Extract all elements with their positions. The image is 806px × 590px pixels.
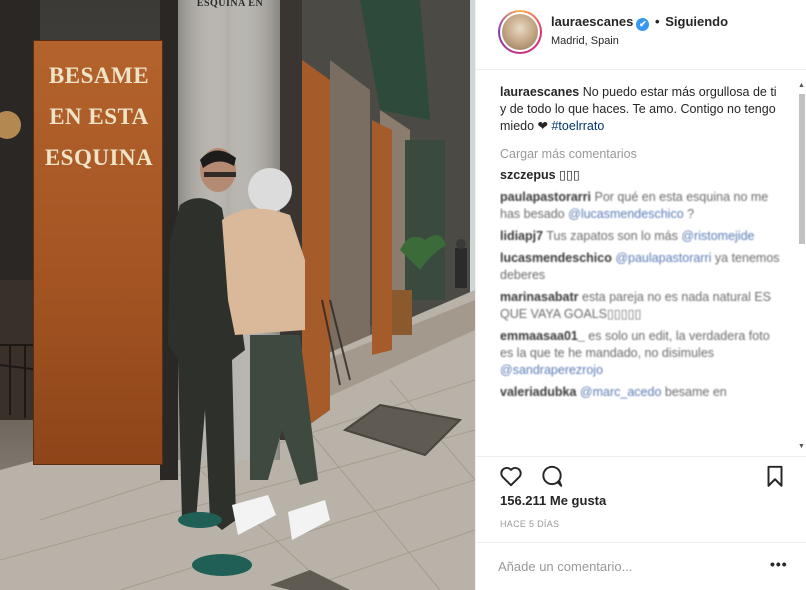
post-actions-bar	[476, 456, 806, 492]
save-bookmark-icon[interactable]	[762, 463, 788, 489]
comment-bubble-icon[interactable]	[539, 463, 565, 489]
post-details-panel: lauraescanes ✔ • Siguiendo Madrid, Spain …	[475, 0, 806, 590]
post-photo[interactable]: ESQUINA EN BESAME EN ESTA ESQUINA	[0, 0, 475, 590]
caption-username[interactable]: lauraescanes	[500, 85, 579, 99]
comment-text-after: ?	[687, 207, 695, 221]
comment-username[interactable]: lidiapj7	[500, 229, 543, 243]
post-caption: lauraescanes No puedo estar más orgullos…	[500, 84, 783, 135]
comment-username[interactable]: szczepus	[500, 168, 556, 182]
sign-line-2: EN ESTA	[49, 104, 149, 129]
add-comment-input[interactable]	[498, 555, 758, 577]
comment-username[interactable]: lucasmendeschico	[500, 251, 612, 265]
scrollbar-thumb[interactable]	[799, 94, 805, 244]
scroll-down-arrow-icon[interactable]: ▼	[798, 443, 805, 450]
wall-plaque-text: ESQUINA EN	[196, 0, 264, 9]
comments-list[interactable]: lauraescanes No puedo estar más orgullos…	[500, 84, 783, 456]
caption-hashtag[interactable]: #toelrrato	[551, 119, 604, 133]
avatar[interactable]	[498, 10, 542, 54]
header-username[interactable]: lauraescanes	[551, 14, 633, 29]
comment-username[interactable]: paulapastorarri	[500, 190, 591, 204]
comment-item: valeriadubka @marc_acedo besame en	[500, 384, 783, 401]
load-more-comments-button[interactable]: Cargar más comentarios	[500, 146, 783, 163]
verified-badge-icon: ✔	[636, 18, 650, 31]
comment-text: Tus zapatos son lo más	[546, 229, 678, 243]
header-username-row: lauraescanes ✔ • Siguiendo	[551, 14, 728, 31]
like-count[interactable]: 156.211 Me gusta	[500, 493, 606, 508]
comment-mention[interactable]: @ristomejide	[681, 229, 754, 243]
comment-item: lucasmendeschico @paulapastorarri ya ten…	[500, 250, 783, 284]
instagram-post-modal: ESQUINA EN BESAME EN ESTA ESQUINA laurae…	[0, 0, 806, 590]
comment-mention[interactable]: @lucasmendeschico	[568, 207, 684, 221]
comment-mention[interactable]: @sandraperezrojo	[500, 363, 603, 377]
location-link[interactable]: Madrid, Spain	[551, 35, 619, 47]
sign-line-3: ESQUINA	[44, 145, 154, 170]
comment-username[interactable]: marinasabatr	[500, 290, 579, 304]
scroll-up-arrow-icon[interactable]: ▲	[798, 82, 805, 89]
sign-line-1: BESAME	[48, 63, 150, 88]
header-separator: •	[655, 14, 660, 29]
following-button[interactable]: Siguiendo	[665, 14, 728, 29]
comment-item: lidiapj7 Tus zapatos son lo más @ristome…	[500, 228, 783, 245]
avatar-image	[502, 14, 538, 50]
comments-scrollbar[interactable]: ▲ ▼	[797, 80, 806, 450]
besame-sign: BESAME EN ESTA ESQUINA	[33, 40, 163, 465]
comment-text: ▯▯▯	[559, 168, 580, 182]
post-header: lauraescanes ✔ • Siguiendo Madrid, Spain	[476, 0, 806, 70]
like-heart-icon[interactable]	[498, 463, 524, 489]
post-timestamp[interactable]: HACE 5 DÍAS	[500, 519, 559, 529]
comment-mention[interactable]: @paulapastorarri	[615, 251, 711, 265]
comment-text-after: besame en	[664, 385, 727, 399]
comment-mention[interactable]: @marc_acedo	[580, 385, 661, 399]
comment-username[interactable]: valeriadubka	[500, 385, 576, 399]
comment-item: marinasabatr esta pareja no es nada natu…	[500, 289, 783, 323]
comment-item: paulapastorarri Por qué en esta esquina …	[500, 189, 783, 223]
comment-item: szczepus ▯▯▯	[500, 167, 783, 184]
more-options-icon[interactable]: •••	[770, 556, 788, 572]
comment-item: emmaasaa01_ es solo un edit, la verdader…	[500, 328, 783, 379]
add-comment-section: •••	[476, 542, 806, 590]
comment-username[interactable]: emmaasaa01_	[500, 329, 585, 343]
avatar-border	[500, 12, 540, 52]
